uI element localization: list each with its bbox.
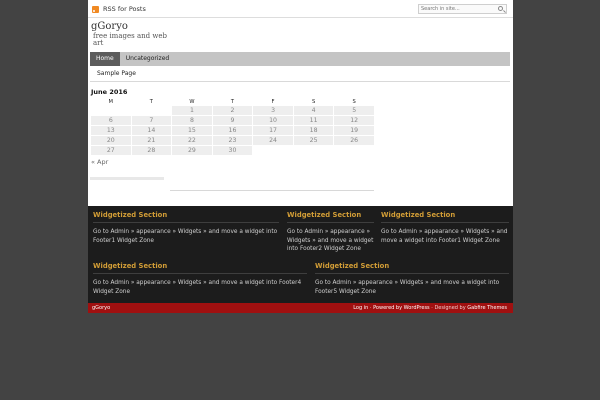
- nav-item-home[interactable]: Home: [90, 52, 120, 66]
- divider: [90, 177, 164, 180]
- wordpress-link[interactable]: WordPress: [404, 305, 430, 311]
- widget-title: Widgetized Section: [93, 262, 307, 274]
- weekday-header: T: [149, 98, 153, 105]
- calendar-week: 1 2 3 4 5: [91, 106, 374, 115]
- calendar-day: 25: [293, 136, 334, 145]
- search-icon[interactable]: [498, 6, 503, 11]
- calendar-day: 6: [91, 116, 131, 125]
- weekday-header: M: [108, 98, 114, 105]
- calendar-prev-link[interactable]: « Apr: [91, 158, 376, 166]
- calendar-day-empty: [91, 106, 131, 115]
- footer-site-name[interactable]: gGoryo: [92, 305, 110, 311]
- weekday-header: S: [352, 98, 356, 105]
- page-content: RSS for Posts gGoryo free images and web…: [88, 0, 513, 206]
- footer-widget-1: Widgetized Section Go to Admin » appeara…: [93, 211, 279, 245]
- calendar-day: 27: [91, 146, 131, 155]
- calendar-table: M T W T F S S 1 2 3 4 5 6 7 8 9 10 11 12…: [90, 97, 375, 156]
- weekday-header: T: [230, 98, 235, 105]
- widget-title: Widgetized Section: [93, 211, 279, 223]
- calendar-day: 26: [334, 136, 374, 145]
- calendar-day: 3: [253, 106, 293, 115]
- calendar-day: 16: [212, 126, 253, 135]
- site-description: free images and web art: [93, 32, 167, 47]
- calendar-day-empty: [253, 146, 293, 155]
- calendar-day: 2: [212, 106, 253, 115]
- footer-widget-4: Widgetized Section Go to Admin » appeara…: [93, 262, 307, 296]
- designer-link[interactable]: Gabfire Themes: [467, 305, 507, 311]
- calendar-day: 23: [212, 136, 253, 145]
- calendar-day: 28: [131, 146, 172, 155]
- calendar-day: 18: [293, 126, 334, 135]
- search-input[interactable]: [419, 5, 497, 13]
- calendar-day: 29: [172, 146, 212, 155]
- weekday-header: F: [271, 98, 275, 105]
- footer-widgets: Widgetized Section Go to Admin » appeara…: [88, 206, 513, 303]
- divider: [170, 190, 374, 191]
- designed-prefix: · Designed by: [429, 305, 468, 311]
- widget-title: Widgetized Section: [315, 262, 509, 274]
- calendar-day-empty: [132, 106, 172, 115]
- calendar-day: 5: [334, 106, 374, 115]
- calendar-week: 13 14 15 16 17 18 19: [91, 126, 374, 135]
- calendar-day: 10: [253, 116, 293, 125]
- calendar-day: 12: [334, 116, 374, 125]
- calendar-day: 20: [91, 136, 131, 145]
- calendar-day: 8: [172, 116, 212, 125]
- widget-title: Widgetized Section: [381, 211, 509, 223]
- widget-text: Go to Admin » appearance » Widgets » and…: [93, 229, 278, 244]
- footer-credits: Log in · Powered by WordPress · Designed…: [353, 305, 507, 311]
- calendar-day: 13: [91, 126, 131, 135]
- nav-item-uncategorized[interactable]: Uncategorized: [120, 52, 175, 66]
- calendar-day: 22: [172, 136, 212, 145]
- nav-item-sample-page[interactable]: Sample Page: [97, 70, 136, 77]
- calendar-week: 20 21 22 23 24 25 26: [91, 136, 374, 145]
- weekday-header: W: [189, 98, 195, 105]
- calendar-day: 1: [172, 106, 212, 115]
- calendar-day: 14: [131, 126, 172, 135]
- calendar-day-empty: [294, 146, 334, 155]
- calendar-day: 15: [172, 126, 212, 135]
- calendar-day: 19: [334, 126, 374, 135]
- weekday-header: S: [311, 98, 316, 105]
- powered-prefix: Powered by: [373, 305, 404, 311]
- widget-text: Go to Admin » appearance » Widgets » and…: [315, 280, 500, 295]
- calendar-widget: June 2016 M T W T F S S 1 2 3 4 5 6 7 8 …: [91, 88, 376, 166]
- top-bar: RSS for Posts: [88, 0, 513, 18]
- calendar-caption: June 2016: [91, 88, 128, 96]
- calendar-day: 7: [131, 116, 172, 125]
- calendar-day: 11: [293, 116, 334, 125]
- widget-title: Widgetized Section: [287, 211, 374, 223]
- calendar-week: 6 7 8 9 10 11 12: [91, 116, 374, 125]
- calendar-day: 30: [212, 146, 253, 155]
- widget-text: Go to Admin » appearance » Widgets » and…: [93, 280, 302, 295]
- main-nav: Home Uncategorized: [90, 52, 510, 66]
- calendar-day: 4: [293, 106, 334, 115]
- site-title[interactable]: gGoryo: [91, 21, 128, 32]
- bottom-bar: gGoryo Log in · Powered by WordPress · D…: [88, 303, 513, 313]
- calendar-day: 9: [212, 116, 253, 125]
- calendar-week: 27 28 29 30: [91, 146, 374, 155]
- calendar-day: 21: [131, 136, 172, 145]
- widget-text: Go to Admin » appearance » Widgets » and…: [381, 229, 508, 244]
- calendar-day: 17: [253, 126, 293, 135]
- rss-link[interactable]: RSS for Posts: [92, 4, 146, 14]
- calendar-day-empty: [334, 146, 374, 155]
- login-link[interactable]: Log in: [353, 305, 368, 311]
- widget-text: Go to Admin » appearance » Widgets » and…: [287, 229, 374, 252]
- rss-icon: [92, 5, 99, 13]
- footer-widget-2: Widgetized Section Go to Admin » appeara…: [287, 211, 374, 254]
- calendar-day: 24: [253, 136, 293, 145]
- footer-widget-5: Widgetized Section Go to Admin » appeara…: [315, 262, 509, 296]
- sub-nav: Sample Page: [90, 68, 510, 82]
- search-box: [418, 4, 507, 14]
- footer-widget-3: Widgetized Section Go to Admin » appeara…: [381, 211, 509, 245]
- rss-label: RSS for Posts: [103, 5, 146, 13]
